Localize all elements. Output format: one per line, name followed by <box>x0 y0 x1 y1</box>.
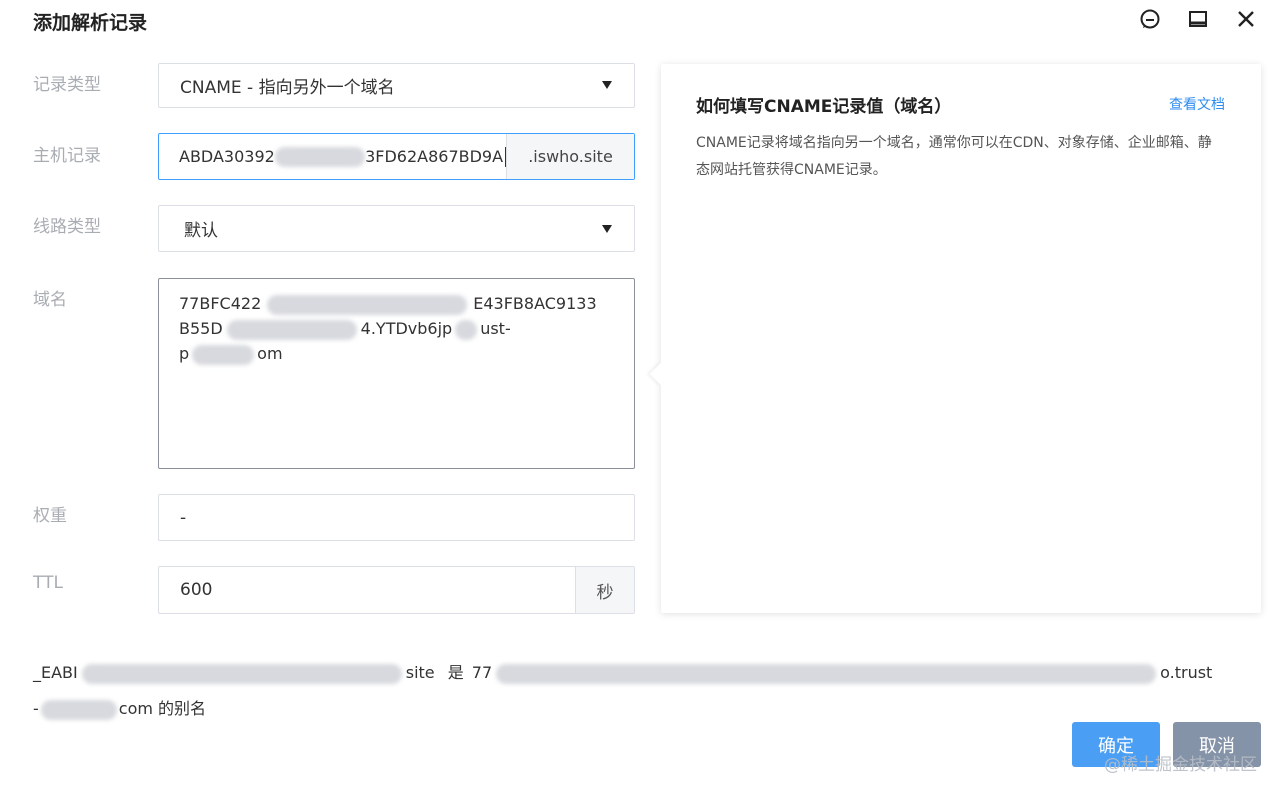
dialog-window-controls <box>1137 6 1259 32</box>
redacted-blur <box>455 319 478 340</box>
redacted-blur <box>274 146 366 167</box>
weight-value: - <box>180 507 187 528</box>
redacted-blur <box>81 663 402 684</box>
summary-text: - <box>33 699 39 718</box>
weight-input[interactable]: - <box>158 494 635 541</box>
domain-label: 域名 <box>33 290 67 310</box>
summary-text: 77 <box>471 663 493 682</box>
help-description: CNAME记录将域名指向另一个域名，通常你可以在CDN、对象存储、企业邮箱、静态… <box>696 135 1212 178</box>
ttl-input[interactable]: 600 秒 <box>158 566 635 614</box>
line-type-label: 线路类型 <box>33 217 101 237</box>
summary-text: _EABI <box>33 663 78 682</box>
feedback-icon[interactable] <box>1137 6 1163 32</box>
record-type-label: 记录类型 <box>33 75 101 95</box>
watermark: @稀土掘金技术社区 <box>1104 755 1257 775</box>
add-dns-record-dialog: 添加解析记录 记录类型 CNAME - 指向另外一个域名 主机记录 ABDA30… <box>0 0 1277 794</box>
domain-line-1: 77BFC422 E43FB8AC9133 <box>179 294 597 315</box>
line-type-select[interactable]: 默认 <box>158 205 635 252</box>
dropdown-caret-icon <box>602 81 612 89</box>
host-value-start: ABDA30392 <box>179 147 275 166</box>
redacted-blur <box>496 663 1157 684</box>
summary-text: o.trust <box>1160 663 1213 682</box>
host-record-value[interactable]: ABDA30392 3FD62A867BD9A <box>159 134 506 179</box>
ttl-unit: 秒 <box>575 567 634 613</box>
dropdown-caret-icon <box>602 225 612 233</box>
redacted-blur <box>267 294 468 315</box>
record-type-value: CNAME - 指向另外一个域名 <box>180 78 395 98</box>
line-type-value: 默认 <box>184 221 218 241</box>
dialog-title: 添加解析记录 <box>33 12 148 34</box>
redacted-blur <box>40 699 117 720</box>
help-panel-arrow <box>649 362 673 386</box>
host-value-end: 3FD62A867BD9A <box>365 147 504 166</box>
cname-help-panel: 如何填写CNAME记录值（域名） 查看文档 CNAME记录将域名指向另一个域名，… <box>649 64 1261 613</box>
record-summary: _EABI site 是 77 o.trust - com 的别名 <box>33 655 1248 727</box>
redacted-blur <box>226 319 357 340</box>
summary-text: com 的别名 <box>118 699 207 718</box>
redacted-blur <box>192 344 255 365</box>
record-type-select[interactable]: CNAME - 指向另外一个域名 <box>158 63 635 108</box>
help-title: 如何填写CNAME记录值（域名） <box>696 97 952 117</box>
close-icon[interactable] <box>1233 6 1259 32</box>
ttl-value[interactable]: 600 <box>159 567 575 613</box>
weight-label: 权重 <box>33 506 67 526</box>
domain-textarea[interactable]: 77BFC422 E43FB8AC9133 B55D 4.YTDvb6jp ust- … <box>158 278 635 469</box>
ttl-label: TTL <box>33 573 63 593</box>
summary-text: 是 <box>447 663 464 682</box>
host-record-input[interactable]: ABDA30392 3FD62A867BD9A .iswho.site <box>158 133 635 180</box>
view-docs-link[interactable]: 查看文档 <box>1169 94 1225 114</box>
minimize-icon[interactable] <box>1185 6 1211 32</box>
domain-line-3: p om <box>179 344 283 365</box>
host-domain-suffix: .iswho.site <box>506 134 634 179</box>
host-record-label: 主机记录 <box>33 146 101 166</box>
domain-line-2: B55D 4.YTDvb6jp ust- <box>179 319 511 340</box>
summary-text: site <box>405 663 435 682</box>
